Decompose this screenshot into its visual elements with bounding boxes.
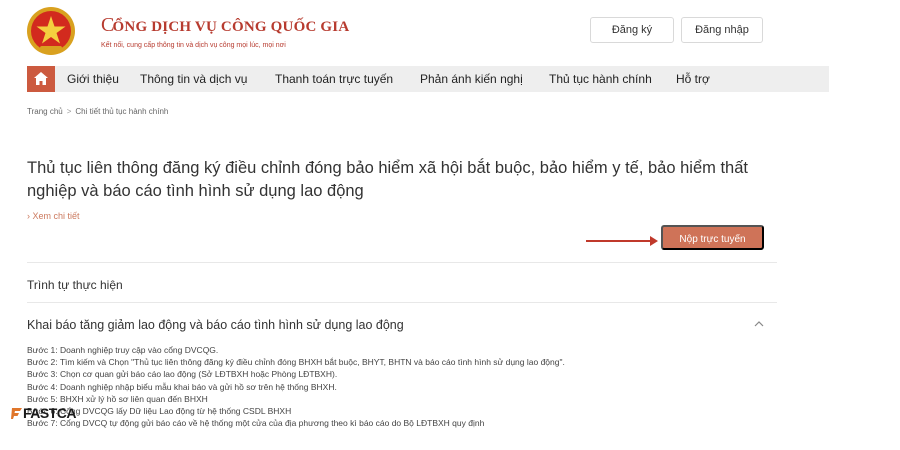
nav-item-ho-tro[interactable]: Hỗ trợ: [676, 72, 710, 86]
submit-online-button[interactable]: Nộp trực tuyến: [661, 225, 764, 250]
nav-item-thong-tin-dich-vu[interactable]: Thông tin và dịch vụ: [140, 72, 247, 86]
nav-home-button[interactable]: [27, 66, 55, 92]
section-title: Trình tự thực hiện: [27, 278, 123, 292]
site-tagline: Kết nối, cung cấp thông tin và dịch vụ c…: [101, 42, 286, 49]
accordion-header[interactable]: Khai báo tăng giảm lao động và báo cáo t…: [27, 318, 404, 332]
step-item: Bước 2: Tìm kiếm và Chọn "Thủ tục liên t…: [27, 357, 565, 368]
pointer-arrow-icon: [586, 236, 658, 246]
breadcrumb-home-link[interactable]: Trang chủ: [27, 107, 63, 116]
register-button[interactable]: Đăng ký: [590, 17, 674, 43]
step-item: Bước 5: BHXH xử lý hồ sơ liên quan đến B…: [27, 393, 208, 404]
chevron-up-icon[interactable]: [754, 320, 764, 328]
step-item: Bước 1: Doanh nghiệp truy cập vào cổng D…: [27, 345, 219, 355]
breadcrumb: Trang chủ > Chi tiết thủ tục hành chính: [27, 107, 168, 116]
nav-item-gioi-thieu[interactable]: Giới thiệu: [67, 72, 119, 86]
breadcrumb-current: Chi tiết thủ tục hành chính: [75, 107, 169, 116]
fastca-logo-icon: [11, 407, 22, 419]
login-button[interactable]: Đăng nhập: [681, 17, 763, 43]
step-item: Bước 4: Doanh nghiệp nhập biểu mẫu khai …: [27, 381, 337, 392]
home-icon: [34, 72, 48, 85]
step-item: Bước 6: Cổng DVCQG lấy Dữ liệu Lao động …: [27, 406, 292, 417]
nav-item-thu-tuc[interactable]: Thủ tục hành chính: [549, 72, 652, 86]
site-title[interactable]: CỔNG DỊCH VỤ CÔNG QUỐC GIA: [101, 14, 349, 37]
nav-item-thanh-toan[interactable]: Thanh toán trực tuyến: [275, 72, 393, 86]
steps-list: Bước 1: Doanh nghiệp truy cập vào cổng D…: [27, 344, 787, 429]
view-detail-link[interactable]: › Xem chi tiết: [27, 211, 80, 221]
site-title-text: ỔNG DỊCH VỤ CÔNG QUỐC GIA: [112, 19, 350, 35]
step-item: Bước 7: Cổng DVCQ tự động gửi báo cáo về…: [27, 418, 485, 429]
page-title: Thủ tục liên thông đăng ký điều chỉnh đó…: [27, 159, 748, 200]
section-divider: [27, 302, 777, 303]
section-divider: [27, 262, 777, 263]
watermark-text: FASTCA: [23, 404, 77, 421]
breadcrumb-separator: >: [66, 107, 72, 116]
view-detail-label: Xem chi tiết: [32, 211, 80, 221]
step-item: Bước 3: Chọn cơ quan gửi báo cáo lao độn…: [27, 369, 338, 380]
fastca-watermark: FASTCA: [11, 404, 77, 422]
nav-item-phan-anh[interactable]: Phản ánh kiến nghị: [420, 72, 523, 86]
national-emblem-icon[interactable]: [26, 6, 76, 56]
site-header: CỔNG DỊCH VỤ CÔNG QUỐC GIA Kết nối, cung…: [0, 0, 900, 62]
chevron-right-icon: ›: [27, 211, 30, 221]
main-nav: Giới thiệu Thông tin và dịch vụ Thanh to…: [27, 66, 829, 92]
